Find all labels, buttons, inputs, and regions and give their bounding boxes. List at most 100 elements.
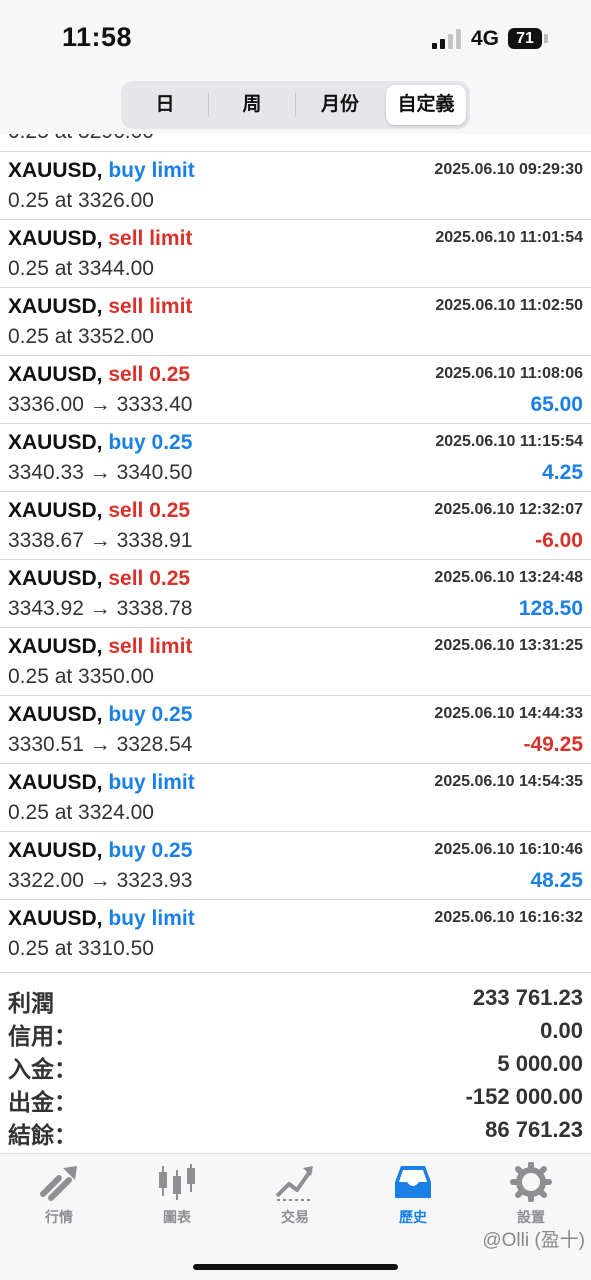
candlestick-icon	[159, 1164, 195, 1200]
summary-value: 5 000.00	[497, 1051, 583, 1076]
trade-time: 2025.06.10 11:02:50	[435, 297, 583, 314]
symbol-name: XAUUSD,	[8, 907, 103, 930]
tab-label: 行情	[45, 1209, 73, 1225]
arrows-icon	[40, 1166, 77, 1201]
trade-chart-icon	[275, 1166, 313, 1201]
symbol-name: XAUUSD,	[8, 295, 103, 318]
network-type: 4G	[471, 27, 500, 50]
tab-charts[interactable]: 圖表	[118, 1162, 236, 1232]
trade-profit: -6.00	[535, 529, 583, 552]
trade-symbol: XAUUSD, buy limit	[8, 771, 195, 795]
trade-row[interactable]: XAUUSD, buy 0.25 2025.06.10 11:15:54 3340.…	[0, 423, 591, 491]
segment-divider	[208, 93, 209, 117]
trade-symbol: XAUUSD, buy 0.25	[8, 839, 192, 863]
trade-time: 2025.06.10 12:32:07	[434, 501, 583, 518]
trade-price: 3343.92 → 3338.78	[8, 597, 193, 620]
trade-row[interactable]: XAUUSD, buy limit 2025.06.10 14:54:35 0.25…	[0, 763, 591, 831]
symbol-name: XAUUSD,	[8, 839, 103, 862]
trade-symbol: XAUUSD, buy limit	[8, 907, 195, 931]
inbox-icon	[395, 1166, 431, 1198]
tab-label: 歷史	[399, 1209, 427, 1225]
trade-row[interactable]: XAUUSD, buy 0.25 2025.06.10 16:10:46 3322.…	[0, 831, 591, 899]
trade-row[interactable]: XAUUSD, sell 0.25 2025.06.10 12:32:07 3338…	[0, 491, 591, 559]
order-type: sell limit	[108, 635, 193, 658]
tab-history[interactable]: 歷史	[354, 1162, 472, 1232]
trade-price: 0.25 at 3350.00	[8, 665, 154, 688]
home-indicator	[193, 1264, 398, 1270]
order-type: sell 0.25	[108, 567, 191, 590]
trade-symbol: XAUUSD, sell limit	[8, 295, 192, 319]
trade-time: 2025.06.10 14:54:35	[434, 773, 583, 790]
trade-profit: -49.25	[523, 733, 583, 756]
trade-profit: 65.00	[530, 393, 583, 416]
summary-value: -152 000.00	[465, 1084, 583, 1109]
trade-time: 2025.06.10 13:24:48	[434, 569, 583, 586]
tab-trade[interactable]: 交易	[236, 1162, 354, 1232]
tab-settings[interactable]: 設置	[472, 1162, 590, 1232]
summary-label: 結餘：	[8, 1122, 77, 1148]
order-type: buy 0.25	[108, 431, 193, 454]
period-tab-week[interactable]: 周	[211, 85, 293, 125]
account-summary: 利潤 233 761.23 信用： 0.00 入金： 5 000.00 出金： …	[0, 972, 591, 1148]
battery-cap	[544, 34, 548, 43]
trade-price: 3338.67 → 3338.91	[8, 529, 193, 552]
trade-row[interactable]: XAUUSD, sell limit 2025.06.10 13:31:25 0.2…	[0, 627, 591, 695]
trade-time: 2025.06.10 14:44:33	[434, 705, 583, 722]
watermark-text: @Olli (盈十)	[482, 1230, 585, 1251]
order-type: sell 0.25	[108, 499, 191, 522]
trade-time: 2025.06.10 11:15:54	[435, 433, 583, 450]
status-time: 11:58	[62, 22, 133, 52]
trade-profit: 4.25	[542, 461, 583, 484]
summary-value: 0.00	[540, 1018, 583, 1043]
period-tab-month[interactable]: 月份	[298, 85, 382, 125]
symbol-name: XAUUSD,	[8, 363, 103, 386]
trade-row[interactable]: XAUUSD, sell limit 2025.06.10 11:02:50 0.2…	[0, 287, 591, 355]
history-list[interactable]: 0.25 at 3296.00 XAUUSD, buy limit 2025.06…	[0, 134, 591, 974]
bottom-tab-bar: 行情 圖表 交易 歷史 設置 @Olli (盈十)	[0, 1153, 591, 1280]
trade-time: 2025.06.10 13:31:25	[434, 637, 583, 654]
symbol-name: XAUUSD,	[8, 431, 103, 454]
cellular-signal-icon	[432, 29, 464, 49]
trade-price: 3330.51 → 3328.54	[8, 733, 193, 756]
trade-row[interactable]: XAUUSD, buy limit 2025.06.10 09:29:30 0.25…	[0, 151, 591, 219]
tab-label: 設置	[517, 1209, 545, 1225]
summary-label: 利潤	[8, 990, 54, 1016]
trade-row[interactable]: XAUUSD, sell 0.25 2025.06.10 13:24:48 3343…	[0, 559, 591, 627]
order-type: buy 0.25	[108, 839, 193, 862]
trade-price: 3340.33 → 3340.50	[8, 461, 193, 484]
trade-price: 0.25 at 3352.00	[8, 325, 154, 348]
trade-profit: 48.25	[530, 869, 583, 892]
summary-value: 233 761.23	[472, 985, 583, 1010]
symbol-name: XAUUSD,	[8, 771, 103, 794]
tab-label: 交易	[281, 1209, 309, 1225]
order-type: sell limit	[108, 295, 193, 318]
order-type: buy 0.25	[108, 703, 193, 726]
trade-price: 3336.00 → 3333.40	[8, 393, 193, 416]
tab-label: 圖表	[163, 1209, 191, 1225]
symbol-name: XAUUSD,	[8, 703, 103, 726]
order-type: buy limit	[108, 159, 195, 182]
symbol-name: XAUUSD,	[8, 499, 103, 522]
order-type: sell 0.25	[108, 363, 191, 386]
period-segmented-control: 日 周 月份 自定義	[121, 81, 470, 129]
symbol-name: XAUUSD,	[8, 159, 103, 182]
summary-withdrawal: 出金： -152 000.00	[0, 1083, 591, 1116]
trade-symbol: XAUUSD, buy 0.25	[8, 703, 192, 727]
summary-balance: 結餘： 86 761.23	[0, 1116, 591, 1149]
tab-quotes[interactable]: 行情	[0, 1162, 118, 1232]
trade-row[interactable]: XAUUSD, buy 0.25 2025.06.10 14:44:33 3330.…	[0, 695, 591, 763]
symbol-name: XAUUSD,	[8, 567, 103, 590]
trade-symbol: XAUUSD, sell 0.25	[8, 567, 190, 591]
trade-row[interactable]: XAUUSD, buy limit 2025.06.10 16:16:32 0.25…	[0, 899, 591, 967]
trade-row[interactable]: XAUUSD, sell limit 2025.06.10 11:01:54 0.2…	[0, 219, 591, 287]
summary-value: 86 761.23	[485, 1117, 583, 1142]
trade-time: 2025.06.10 09:29:30	[434, 161, 583, 178]
summary-label: 信用：	[8, 1023, 77, 1049]
summary-deposit: 入金： 5 000.00	[0, 1050, 591, 1083]
period-tab-custom[interactable]: 自定義	[386, 85, 466, 125]
summary-label: 出金：	[8, 1089, 77, 1115]
trade-time: 2025.06.10 11:01:54	[435, 229, 583, 246]
period-tab-day[interactable]: 日	[125, 85, 205, 125]
trade-symbol: XAUUSD, sell limit	[8, 635, 192, 659]
trade-row[interactable]: XAUUSD, sell 0.25 2025.06.10 11:08:06 3336…	[0, 355, 591, 423]
